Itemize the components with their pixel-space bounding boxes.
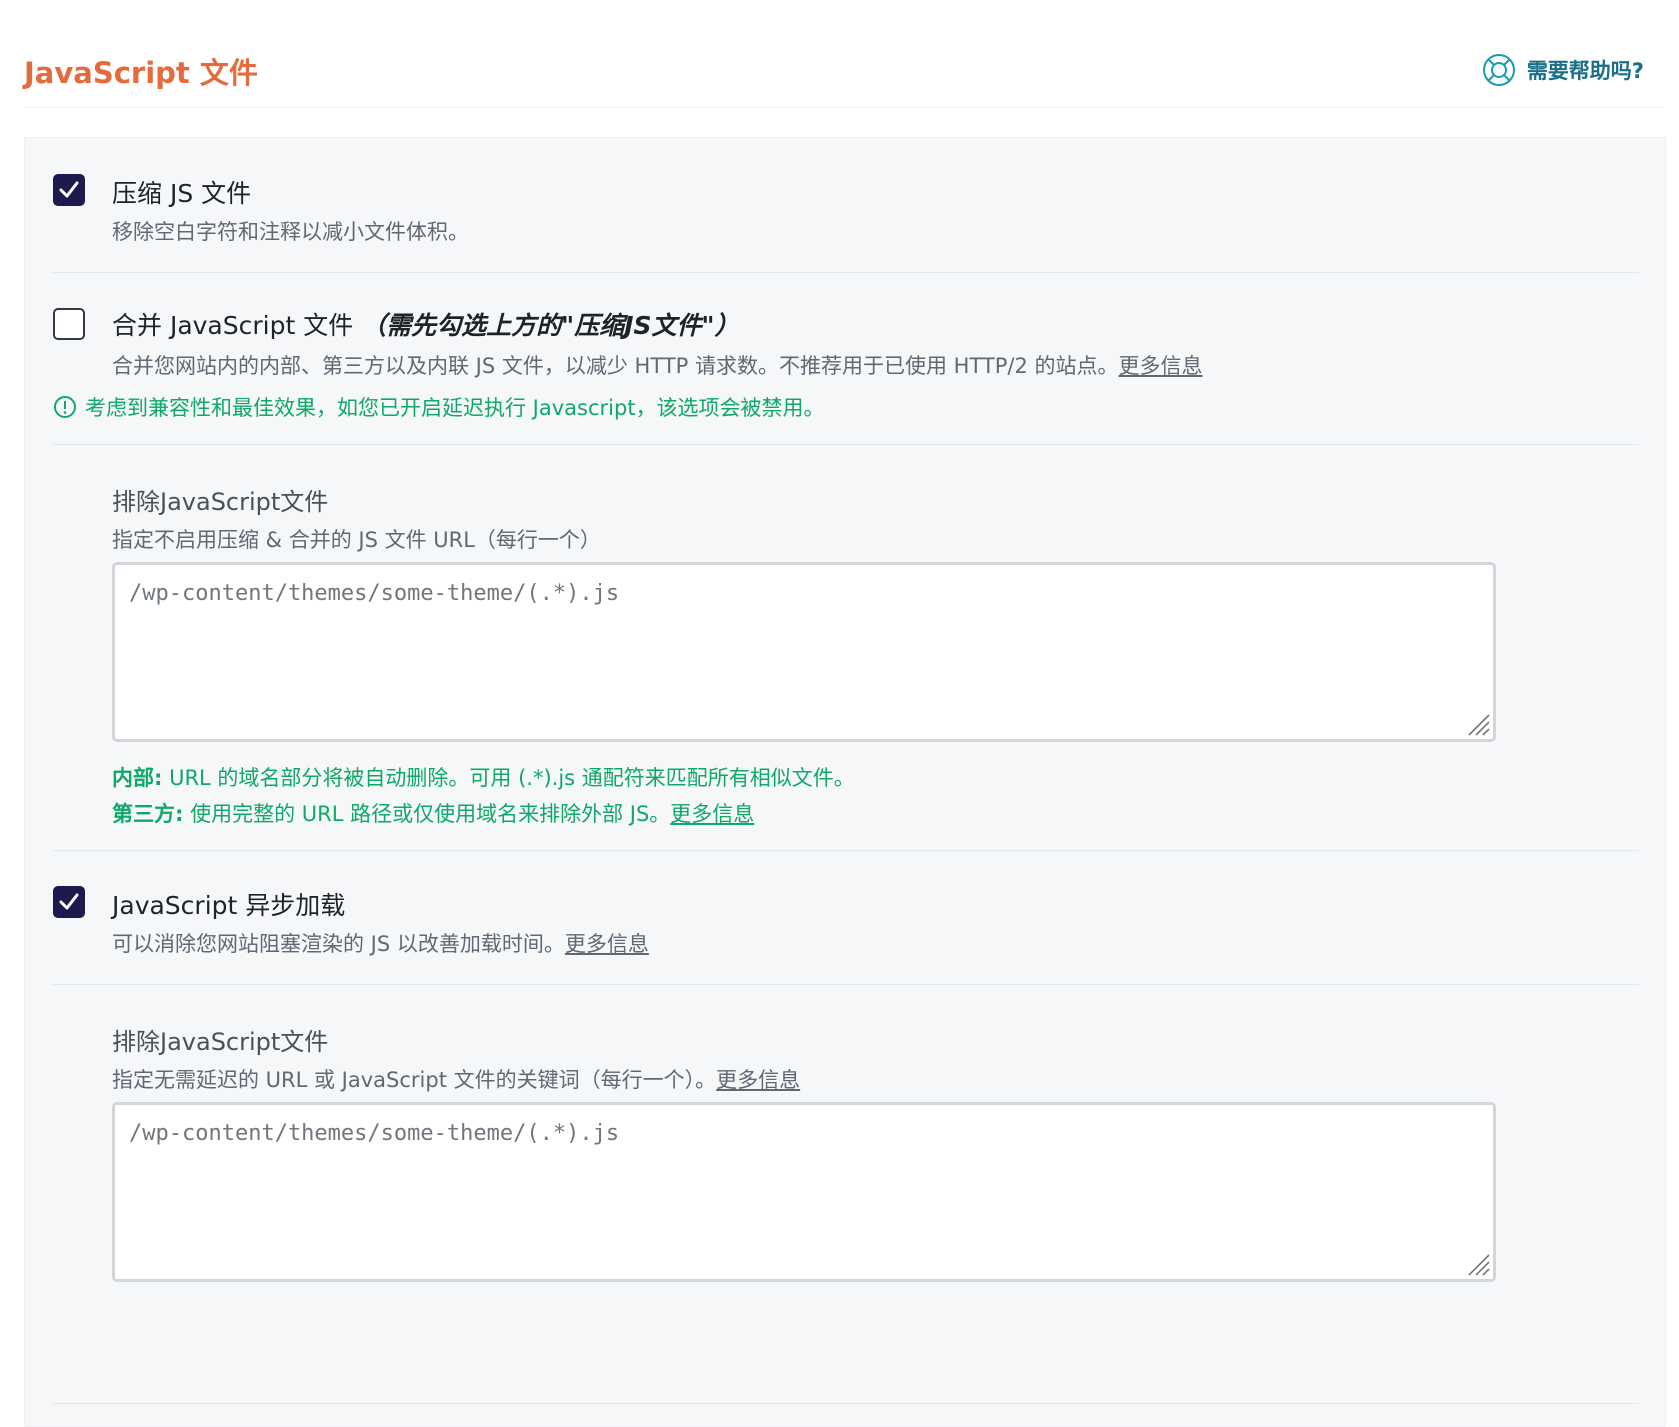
divider [53, 984, 1639, 985]
exclude-defer-label: 排除JavaScript文件 [112, 1028, 329, 1056]
help-label: 需要帮助吗? [1526, 59, 1644, 83]
hint-thirdparty-text: 使用完整的 URL 路径或仅使用域名来排除外部 JS。 [183, 802, 671, 826]
divider [53, 272, 1639, 273]
combine-js-title: 合并 JavaScript 文件 （需先勾选上方的"压缩JS文件"） [112, 306, 740, 342]
exclude-defer-field-wrap [112, 1102, 1496, 1282]
exclude-defer-desc: 指定无需延迟的 URL 或 JavaScript 文件的关键词（每行一个）。更多… [112, 1064, 800, 1094]
minify-js-title: 压缩 JS 文件 [112, 179, 252, 208]
divider [53, 444, 1639, 445]
divider [53, 1403, 1639, 1404]
async-js-title: JavaScript 异步加载 [112, 891, 346, 920]
combine-warning: 考虑到兼容性和最佳效果，如您已开启延迟执行 Javascript，该选项会被禁用… [53, 392, 825, 422]
section-title: JavaScript 文件 [24, 56, 258, 90]
minify-js-desc: 移除空白字符和注释以减小文件体积。 [112, 220, 469, 244]
exclude-defer-textarea[interactable] [115, 1105, 1493, 1279]
section-header: JavaScript 文件 需要帮助吗? [24, 40, 1664, 108]
minify-js-checkbox[interactable] [53, 174, 85, 206]
exclude-min-hint-thirdparty: 第三方: 使用完整的 URL 路径或仅使用域名来排除外部 JS。更多信息 [112, 798, 754, 828]
exclude-defer-desc-text: 指定无需延迟的 URL 或 JavaScript 文件的关键词（每行一个）。 [112, 1068, 717, 1092]
combine-js-desc: 合并您网站内的内部、第三方以及内联 JS 文件，以减少 HTTP 请求数。不推荐… [112, 350, 1203, 380]
hint-thirdparty-label: 第三方: [112, 802, 184, 826]
exclude-min-label: 排除JavaScript文件 [112, 488, 329, 516]
resize-handle-icon[interactable] [1465, 1251, 1491, 1277]
combine-js-checkbox[interactable] [53, 308, 85, 340]
hint-internal-text: URL 的域名部分将被自动删除。可用 (.*).js 通配符来匹配所有相似文件。 [162, 766, 855, 790]
async-js-checkbox[interactable] [53, 886, 85, 918]
hint-more-link[interactable]: 更多信息 [670, 802, 754, 826]
exclude-min-desc: 指定不启用压缩 & 合并的 JS 文件 URL（每行一个） [112, 528, 601, 552]
help-link[interactable]: 需要帮助吗? [1481, 52, 1644, 88]
combine-js-title-text: 合并 JavaScript 文件 [112, 311, 354, 340]
hint-internal-label: 内部: [112, 766, 163, 790]
async-more-link[interactable]: 更多信息 [565, 932, 649, 956]
checkmark-icon [59, 893, 79, 910]
divider [53, 850, 1639, 851]
async-js-desc-text: 可以消除您网站阻塞渲染的 JS 以改善加载时间。 [112, 932, 565, 956]
info-circle-icon [54, 396, 76, 418]
exclude-min-field-wrap [112, 562, 1496, 742]
combine-js-desc-text: 合并您网站内的内部、第三方以及内联 JS 文件，以减少 HTTP 请求数。不推荐… [112, 354, 1119, 378]
async-js-desc: 可以消除您网站阻塞渲染的 JS 以改善加载时间。更多信息 [112, 928, 649, 958]
checkmark-icon [59, 181, 79, 198]
exclude-min-hint-internal: 内部: URL 的域名部分将被自动删除。可用 (.*).js 通配符来匹配所有相… [112, 762, 855, 792]
exclude-defer-more-link[interactable]: 更多信息 [716, 1068, 800, 1092]
lifebuoy-icon [1482, 54, 1515, 86]
settings-panel: 压缩 JS 文件 移除空白字符和注释以减小文件体积。 合并 JavaScript… [24, 137, 1666, 1427]
exclude-min-textarea[interactable] [115, 565, 1493, 739]
resize-handle-icon[interactable] [1465, 711, 1491, 737]
combine-warning-text: 考虑到兼容性和最佳效果，如您已开启延迟执行 Javascript，该选项会被禁用… [85, 396, 825, 420]
combine-js-note: （需先勾选上方的"压缩JS文件"） [361, 311, 740, 340]
combine-more-link[interactable]: 更多信息 [1119, 354, 1203, 378]
